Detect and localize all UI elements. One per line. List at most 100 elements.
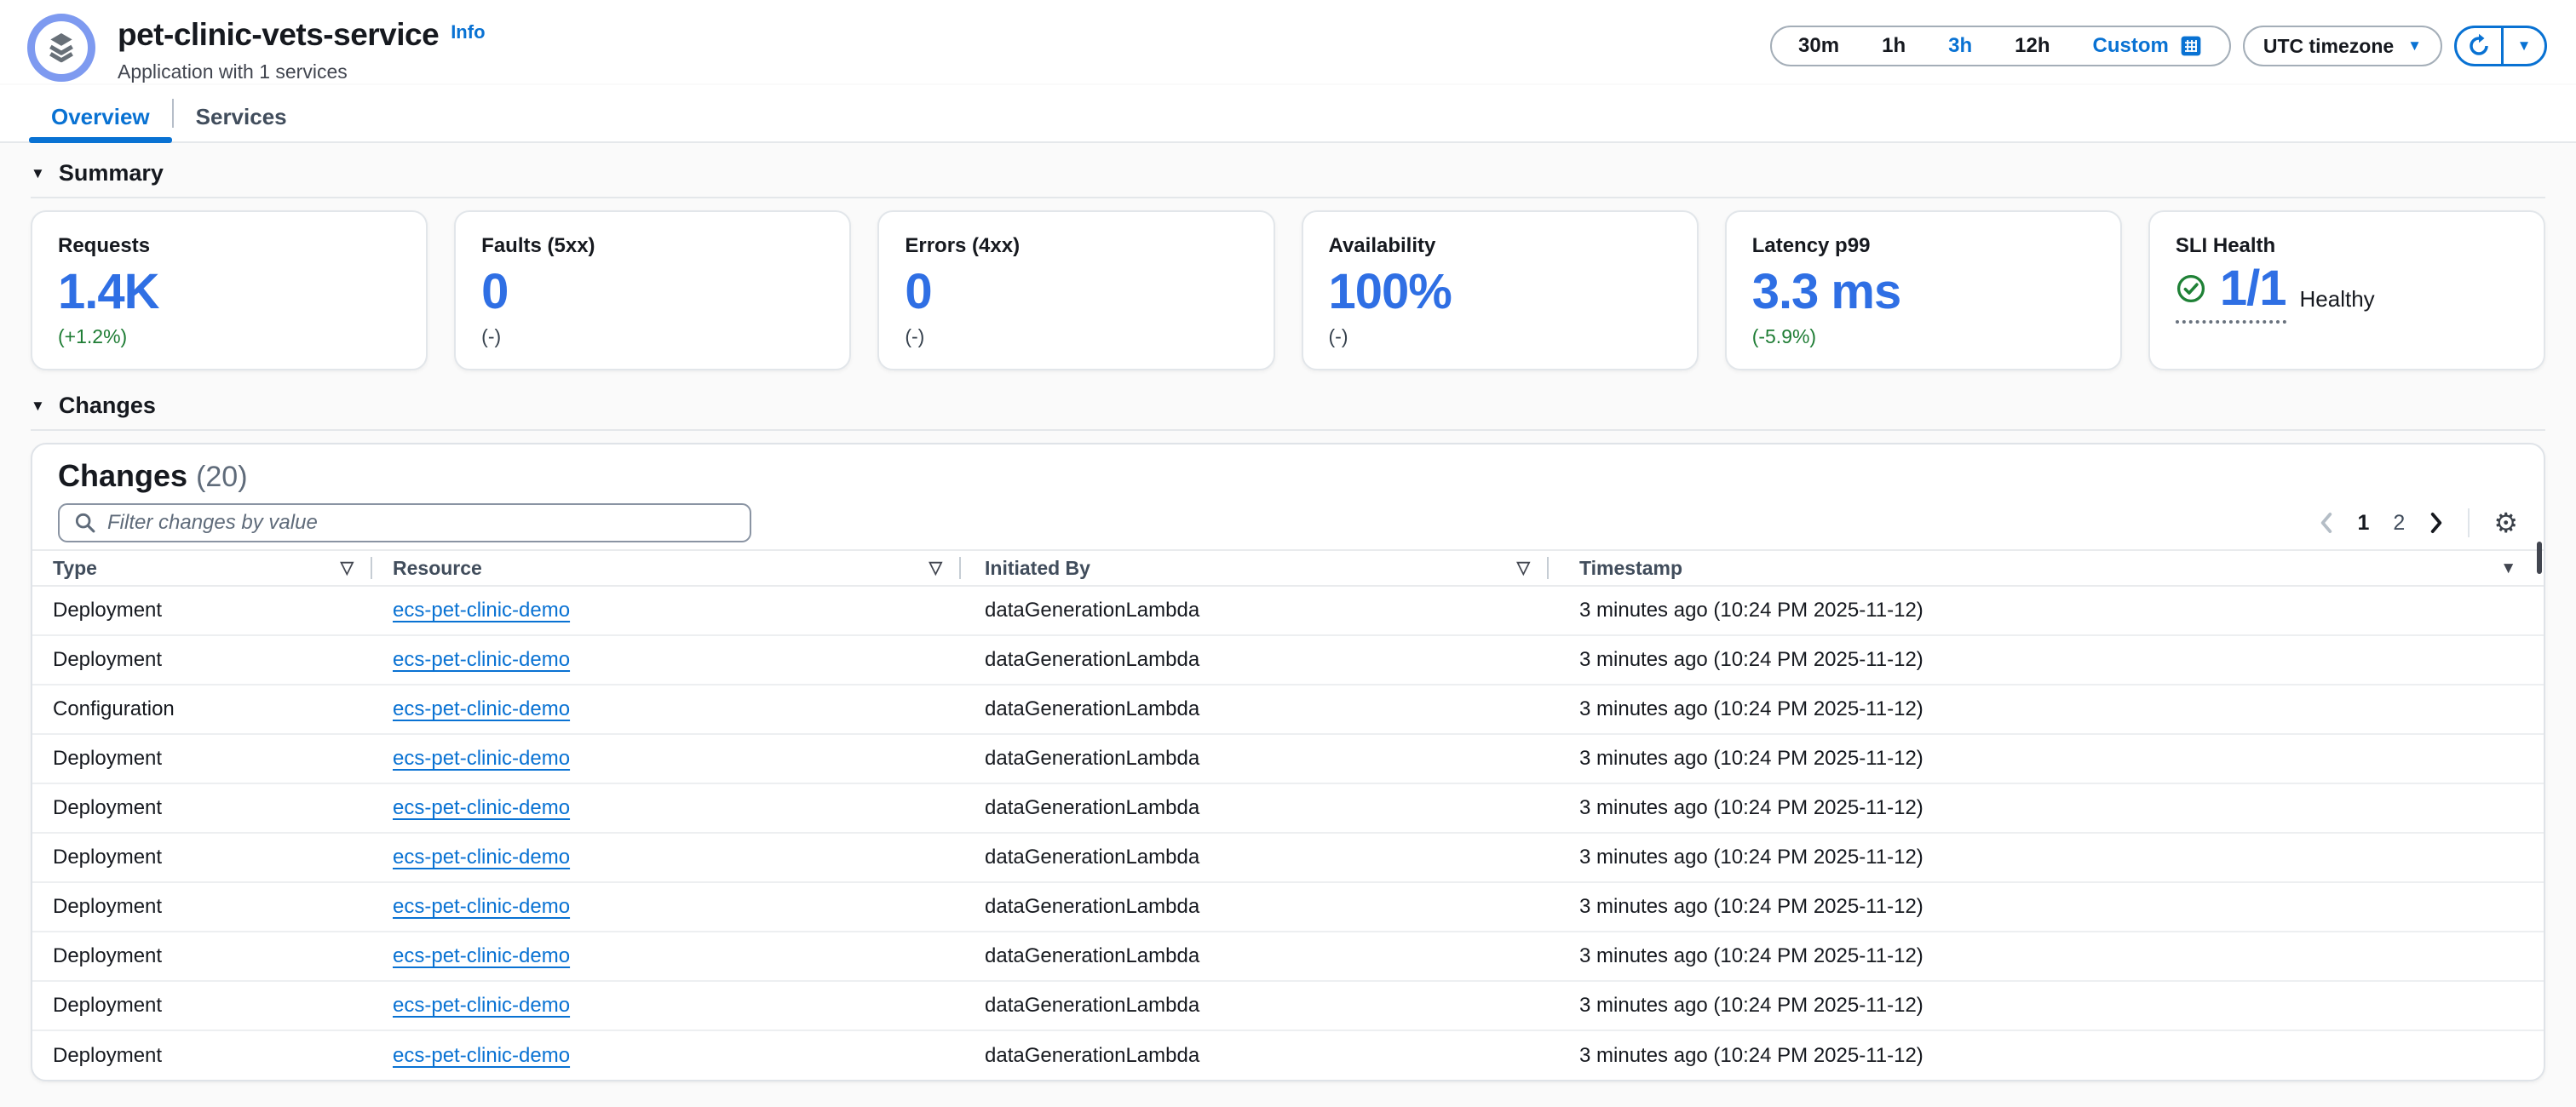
timezone-label: UTC timezone (2263, 35, 2394, 58)
cell-resource-link[interactable]: ecs-pet-clinic-demo (372, 846, 570, 869)
cell-resource-link[interactable]: ecs-pet-clinic-demo (372, 747, 570, 771)
changes-panel-title: Changes (20) (32, 445, 2544, 493)
summary-section-toggle[interactable]: ▼ Summary (31, 143, 2545, 197)
refresh-button[interactable] (2457, 28, 2504, 64)
cell-resource-link[interactable]: ecs-pet-clinic-demo (372, 994, 570, 1018)
gear-icon[interactable]: ⚙ (2493, 509, 2518, 536)
table-row: Configurationecs-pet-clinic-demodataGene… (32, 685, 2544, 735)
table-row: Deploymentecs-pet-clinic-demodataGenerat… (32, 834, 2544, 883)
summary-card: Requests 1.4K (+1.2%) (31, 210, 428, 370)
summary-card-title: Latency p99 (1752, 234, 2095, 258)
summary-card-delta: (+1.2%) (58, 325, 400, 348)
cell-type: Deployment (53, 599, 372, 622)
summary-card-title: Errors (4xx) (905, 234, 1247, 258)
time-range-3h[interactable]: 3h (1927, 34, 1993, 58)
time-range-1h[interactable]: 1h (1860, 34, 1927, 58)
cell-resource-link[interactable]: ecs-pet-clinic-demo (372, 895, 570, 919)
changes-rule (31, 429, 2545, 431)
summary-card: Latency p993.3 ms(-5.9%) (1725, 210, 2122, 370)
tab-overview[interactable]: Overview (29, 85, 172, 141)
cell-timestamp: 3 minutes ago (10:24 PM 2025-11-12) (1549, 648, 2523, 672)
cell-resource-link[interactable]: ecs-pet-clinic-demo (372, 1044, 570, 1068)
chevron-right-icon[interactable] (2429, 512, 2444, 534)
cell-resource-link[interactable]: ecs-pet-clinic-demo (372, 697, 570, 721)
cell-type: Deployment (53, 796, 372, 820)
changes-toolbar: 1 2 ⚙ (32, 503, 2544, 542)
table-scrollbar-thumb[interactable] (2537, 542, 2542, 574)
sli-health-status: Healthy (2300, 286, 2375, 313)
time-range-custom[interactable]: Custom (2071, 34, 2223, 58)
cell-timestamp: 3 minutes ago (10:24 PM 2025-11-12) (1549, 944, 2523, 968)
summary-card-title: SLI Health (2176, 234, 2518, 258)
summary-card-delta: (-) (481, 325, 824, 348)
cell-resource-link[interactable]: ecs-pet-clinic-demo (372, 599, 570, 622)
page-number-2[interactable]: 2 (2393, 511, 2405, 536)
column-filter-icon[interactable]: ▼ (2500, 560, 2516, 576)
summary-card-value: 0 (905, 267, 1247, 317)
cell-type: Deployment (53, 747, 372, 771)
table-row: Deploymentecs-pet-clinic-demodataGenerat… (32, 982, 2544, 1031)
page-title: pet-clinic-vets-service (118, 17, 439, 53)
table-row: Deploymentecs-pet-clinic-demo dataGenerat… (32, 883, 2544, 932)
changes-table-body: Deploymentecs-pet-clinic-demodataGenerat… (32, 587, 2544, 1081)
cell-timestamp: 3 minutes ago (10:24 PM 2025-11-12) (1549, 994, 2523, 1018)
chevron-left-icon[interactable] (2319, 512, 2334, 534)
main-content: ▼ Summary Requests1.4K(+1.2%)Faults (5xx… (0, 143, 2576, 1107)
collapse-caret-icon: ▼ (31, 398, 45, 415)
cell-initiated-by: dataGenerationLambda (961, 846, 1549, 869)
changes-panel: Changes (20) 1 2 (31, 443, 2545, 1081)
cell-resource-link[interactable]: ecs-pet-clinic-demo (372, 648, 570, 672)
chevron-down-icon: ▼ (2407, 37, 2422, 54)
pagination: 1 2 ⚙ (2319, 508, 2519, 537)
check-circle-icon (2176, 273, 2206, 304)
column-header-resource[interactable]: Resource▽ (372, 551, 961, 585)
cell-timestamp: 3 minutes ago (10:24 PM 2025-11-12) (1549, 747, 2523, 771)
summary-card-title: Requests (58, 234, 400, 258)
timezone-dropdown[interactable]: UTC timezone ▼ (2243, 26, 2442, 66)
column-filter-icon[interactable]: ▽ (1517, 559, 1530, 576)
cell-initiated-by: dataGenerationLambda (961, 994, 1549, 1018)
column-header-label: Timestamp (1579, 557, 1682, 580)
sli-health-row: 1/1 Healthy (2176, 264, 2518, 324)
table-row: Deploymentecs-pet-clinic-demodataGenerat… (32, 735, 2544, 784)
column-header-type[interactable]: Type ▽ (53, 551, 372, 585)
cell-type: Deployment (53, 1044, 372, 1068)
table-row: Deploymentecs-pet-clinic-demodataGenerat… (32, 1031, 2544, 1081)
card-spacer (2176, 329, 2518, 348)
page-number-1[interactable]: 1 (2358, 511, 2370, 536)
summary-card-value: 1/1 (2220, 264, 2286, 313)
cell-timestamp: 3 minutes ago (10:24 PM 2025-11-12) (1549, 599, 2523, 622)
page-header: pet-clinic-vets-service Info Application… (0, 0, 2576, 83)
summary-rule (31, 197, 2545, 198)
refresh-icon (2466, 33, 2492, 59)
app-subtitle: Application with 1 services (118, 60, 486, 83)
changes-filter-box (58, 503, 751, 542)
header-controls: 30m 1h 3h 12h Custom UTC timezone ▼ (1770, 26, 2547, 66)
time-range-30m[interactable]: 30m (1777, 34, 1860, 58)
cell-resource-link[interactable]: ecs-pet-clinic-demo (372, 796, 570, 820)
changes-section-toggle[interactable]: ▼ Changes (31, 370, 2545, 429)
time-range-12h[interactable]: 12h (1993, 34, 2071, 58)
column-filter-icon[interactable]: ▽ (341, 559, 354, 576)
summary-card: Errors (4xx)0(-) (877, 210, 1274, 370)
column-header-timestamp[interactable]: Timestamp ▼ (1549, 551, 2523, 585)
refresh-menu-button[interactable]: ▼ (2504, 28, 2544, 64)
column-filter-icon[interactable]: ▽ (929, 559, 942, 576)
pagination-divider (2468, 508, 2470, 537)
cell-resource-link[interactable]: ecs-pet-clinic-demo (372, 944, 570, 968)
cell-timestamp: 3 minutes ago (10:24 PM 2025-11-12) (1549, 895, 2523, 919)
tab-services[interactable]: Services (174, 85, 309, 141)
cell-type: Deployment (53, 895, 372, 919)
column-header-label: Type (53, 557, 97, 580)
cell-initiated-by: dataGenerationLambda (961, 895, 1549, 919)
column-header-initiated-by[interactable]: Initiated By▽ (961, 551, 1549, 585)
summary-card-title: Availability (1329, 234, 1671, 258)
cell-type: Deployment (53, 648, 372, 672)
sli-health-metric[interactable]: 1/1 (2176, 264, 2286, 324)
search-icon (73, 511, 97, 535)
collapse-caret-icon: ▼ (31, 165, 45, 182)
changes-filter-input[interactable] (107, 511, 736, 535)
summary-card-value: 1.4K (58, 267, 400, 317)
info-link[interactable]: Info (451, 21, 485, 43)
calendar-icon (2179, 34, 2203, 58)
